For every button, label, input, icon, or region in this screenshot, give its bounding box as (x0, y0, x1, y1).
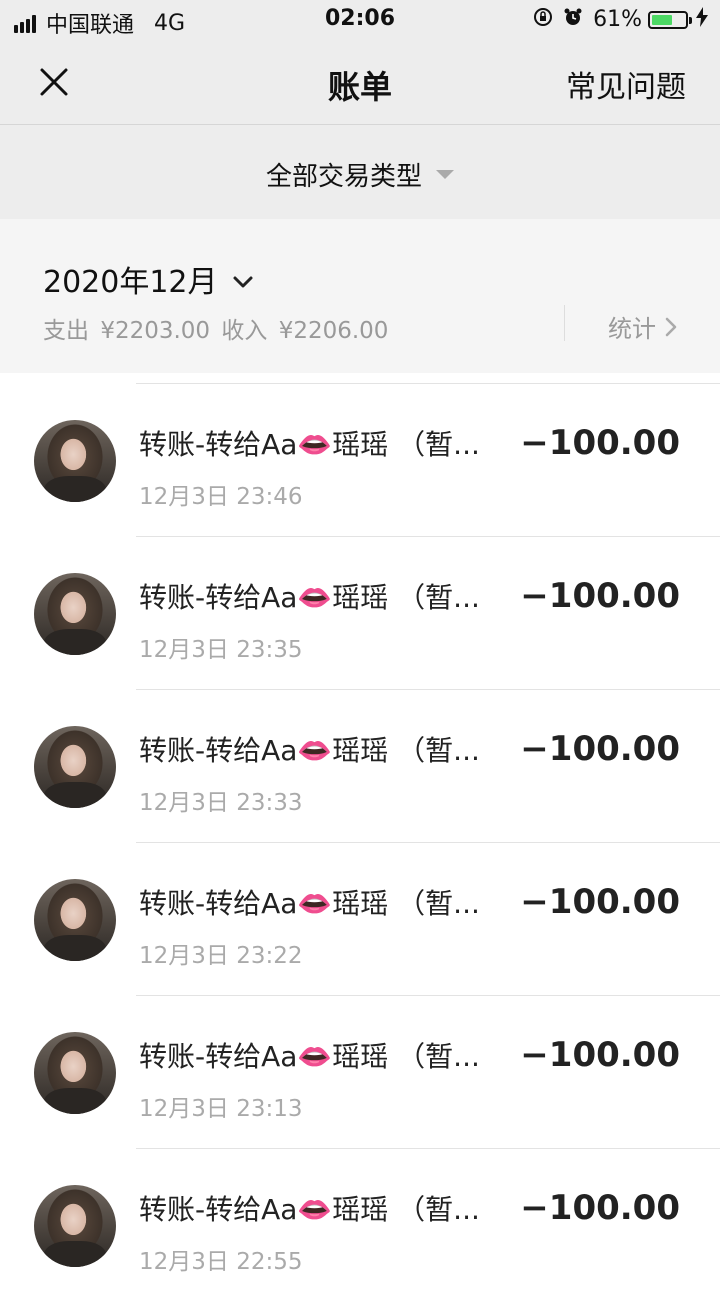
expense-label: 支出 (43, 318, 89, 344)
month-selector[interactable]: 2020年12月 (43, 257, 254, 301)
transaction-title: 转账-转给Aa👄瑶瑶 （暂... (139, 428, 480, 461)
income-amount: ¥2206.00 (278, 318, 389, 344)
transaction-time: 12月3日 23:46 (139, 484, 303, 510)
stats-link[interactable]: 统计 (608, 309, 678, 344)
income-label: 收入 (221, 318, 268, 344)
row-divider (136, 842, 720, 843)
transaction-time: 12月3日 23:13 (139, 1096, 303, 1122)
transaction-title: 转账-转给Aa👄瑶瑶 （暂... (139, 1193, 480, 1226)
status-right: 61% (533, 7, 708, 32)
row-divider (136, 995, 720, 996)
avatar (34, 1032, 116, 1114)
faq-link[interactable]: 常见问题 (566, 62, 686, 106)
row-divider (136, 1148, 720, 1149)
transaction-row[interactable]: 转账-转给Aa👄瑶瑶 （暂... 12月3日 23:33 −100.00 (0, 679, 720, 832)
filter-bar: 全部交易类型 (0, 125, 720, 219)
avatar (34, 726, 116, 808)
transaction-time: 12月3日 23:22 (139, 943, 303, 969)
alarm-icon (563, 7, 583, 32)
avatar (34, 573, 116, 655)
transaction-row[interactable]: 转账-转给Aa👄瑶瑶 （暂... 12月3日 22:55 −100.00 (0, 1138, 720, 1291)
row-divider (136, 536, 720, 537)
filter-label: 全部交易类型 (265, 162, 422, 192)
transaction-time: 12月3日 22:55 (139, 1249, 303, 1275)
expense-amount: ¥2203.00 (100, 318, 211, 344)
transaction-row[interactable]: 转账-转给Aa👄瑶瑶 （暂... 12月3日 23:35 −100.00 (0, 526, 720, 679)
transaction-list: 转账-转给Aa👄瑶瑶 （暂... 12月3日 23:46 −100.00 转账-… (0, 373, 720, 1291)
transaction-amount: −100.00 (520, 423, 680, 463)
avatar (34, 420, 116, 502)
battery-fill (652, 14, 672, 25)
transaction-time: 12月3日 23:35 (139, 637, 303, 663)
transaction-amount: −100.00 (520, 1035, 680, 1075)
caret-down-icon (436, 170, 454, 179)
transaction-type-filter[interactable]: 全部交易类型 (266, 156, 454, 193)
transaction-amount: −100.00 (520, 882, 680, 922)
transaction-title: 转账-转给Aa👄瑶瑶 （暂... (139, 734, 480, 767)
month-summary: 2020年12月 支出 ¥2203.00 收入 ¥2206.00 统计 (0, 219, 720, 373)
transaction-title: 转账-转给Aa👄瑶瑶 （暂... (139, 581, 480, 614)
transaction-amount: −100.00 (520, 729, 680, 769)
status-bar: 中国联通 4G 02:06 61% (0, 0, 720, 40)
rotation-lock-icon (533, 7, 553, 32)
transaction-row[interactable]: 转账-转给Aa👄瑶瑶 （暂... 12月3日 23:22 −100.00 (0, 832, 720, 985)
transaction-amount: −100.00 (520, 576, 680, 616)
chevron-right-icon (665, 317, 677, 336)
battery-percent: 61% (593, 7, 642, 32)
battery-icon (648, 10, 692, 29)
charging-icon (696, 7, 708, 32)
row-divider (136, 383, 720, 384)
nav-bar: 账单 常见问题 (0, 40, 720, 125)
month-label: 2020年12月 (43, 265, 218, 300)
chevron-down-icon (232, 262, 254, 297)
stats-label: 统计 (608, 315, 656, 343)
avatar (34, 879, 116, 961)
transaction-row[interactable]: 转账-转给Aa👄瑶瑶 （暂... 12月3日 23:13 −100.00 (0, 985, 720, 1138)
row-divider (136, 689, 720, 690)
transaction-amount: −100.00 (520, 1188, 680, 1228)
transaction-title: 转账-转给Aa👄瑶瑶 （暂... (139, 1040, 480, 1073)
transaction-time: 12月3日 23:33 (139, 790, 303, 816)
transaction-row[interactable]: 转账-转给Aa👄瑶瑶 （暂... 12月3日 23:46 −100.00 (0, 373, 720, 526)
totals: 支出 ¥2203.00 收入 ¥2206.00 (43, 311, 392, 345)
divider (564, 305, 565, 341)
avatar (34, 1185, 116, 1267)
transaction-title: 转账-转给Aa👄瑶瑶 （暂... (139, 887, 480, 920)
